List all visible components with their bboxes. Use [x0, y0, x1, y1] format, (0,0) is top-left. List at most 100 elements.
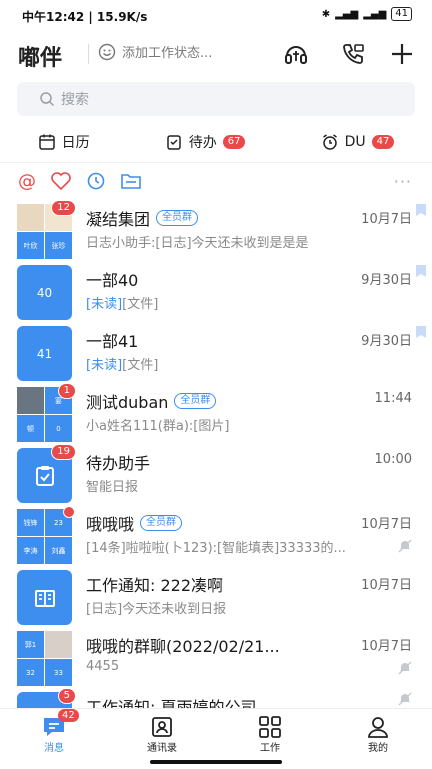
- chat-row[interactable]: 5 工作通知: 夏雨婷的公司: [0, 686, 432, 708]
- unread-badge: 12: [51, 200, 76, 216]
- header-divider: [88, 44, 89, 64]
- pin-icon: [416, 265, 426, 277]
- unread-marker: [未读]: [86, 297, 123, 312]
- signal-icon: ▂▄▆: [335, 8, 359, 20]
- chat-time: 10月7日: [361, 212, 412, 227]
- chat-preview: 日志小助手:[日志]今天还未收到是是是: [86, 236, 309, 251]
- chat-name: 凝结集团: [86, 210, 151, 229]
- clipboard-check-icon: [166, 135, 181, 150]
- unread-badge: 5: [57, 688, 76, 704]
- chat-preview: [未读][文件]: [86, 297, 159, 312]
- chat-preview: 小a姓名111(群a):[图片]: [86, 419, 230, 434]
- shortcut-bar: 日历 待办 67 DU 47: [0, 122, 432, 163]
- chat-preview: [14条]啦啦啦(卜123):[智能填表]33333的...: [86, 541, 346, 556]
- alarm-clock-icon: [322, 134, 337, 150]
- chat-time: 10月7日: [361, 639, 412, 654]
- chat-name: 哦哦的群聊(2022/02/21...: [86, 637, 280, 656]
- du-badge: 47: [371, 135, 395, 149]
- work-notice-avatar: 5: [17, 688, 76, 708]
- contacts-icon: [152, 717, 172, 737]
- chat-preview: [日志]今天还未收到日报: [86, 602, 227, 617]
- unread-badge: 19: [51, 444, 76, 460]
- all-member-tag: 全员群: [140, 515, 183, 531]
- chat-preview: 4455: [86, 659, 120, 674]
- messages-badge: 42: [58, 709, 79, 722]
- battery-icon: 41: [391, 7, 412, 21]
- folder-icon[interactable]: [120, 171, 142, 191]
- todo-badge: 67: [222, 135, 246, 149]
- app-header: 嘟伴 添加工作状态...: [0, 32, 432, 80]
- tab-label: 工作: [260, 743, 280, 754]
- unread-dot: [63, 506, 75, 518]
- building-icon: [34, 589, 55, 607]
- all-member-tag: 全员群: [156, 210, 199, 226]
- search-bar[interactable]: 搜索: [17, 82, 415, 116]
- at-mention-icon[interactable]: @: [18, 171, 36, 192]
- chat-name: 工作通知: 222凑啊: [86, 576, 224, 595]
- status-placeholder: 添加工作状态...: [122, 46, 213, 61]
- grid-icon: [259, 716, 281, 738]
- chat-time: 9月30日: [361, 273, 412, 288]
- smiley-icon: [98, 43, 116, 60]
- phone-video-icon[interactable]: [340, 40, 368, 68]
- plus-icon[interactable]: [388, 40, 416, 68]
- group-avatar: 叶欣 张珍 12: [17, 200, 76, 259]
- group-avatar: 郭1 32 33: [17, 631, 72, 686]
- search-icon: [40, 92, 55, 107]
- chat-preview: [未读][文件]: [86, 358, 159, 373]
- headset-icon[interactable]: [282, 40, 310, 68]
- chat-time: 10:00: [374, 452, 412, 467]
- tab-label: 我的: [368, 743, 388, 754]
- app-title: 嘟伴: [18, 46, 63, 71]
- chat-row[interactable]: 41 一部41 9月30日 [未读][文件]: [0, 320, 432, 381]
- du-shortcut[interactable]: DU 47: [321, 133, 395, 151]
- chat-name: 一部41: [86, 332, 139, 351]
- clipboard-check-icon: [35, 465, 54, 486]
- todo-assistant-avatar: 19: [17, 444, 76, 503]
- status-bar: 中午12:42 | 15.9K/s ✱ ▂▄▆ ▂▄▆ 41: [0, 0, 432, 32]
- group-avatar: 40: [17, 265, 72, 320]
- chat-row[interactable]: 工作通知: 222凑啊 10月7日 [日志]今天还未收到日报: [0, 564, 432, 625]
- chat-row[interactable]: 郭1 32 33 哦哦的群聊(2022/02/21... 10月7日 4455: [0, 625, 432, 686]
- group-avatar: 宴 顿 0 1: [17, 383, 76, 442]
- du-label: DU: [344, 134, 366, 150]
- user-icon: [368, 717, 388, 738]
- chat-list: 叶欣 张珍 12 凝结集团 全员群 10月7日 日志小助手:[日志]今天还未收到是…: [0, 198, 432, 708]
- todo-shortcut[interactable]: 待办 67: [165, 132, 246, 152]
- bluetooth-icon: ✱: [321, 8, 331, 20]
- chat-name: 测试duban: [86, 393, 169, 412]
- all-member-tag: 全员群: [174, 393, 217, 409]
- search-placeholder: 搜索: [61, 92, 89, 108]
- tab-label: 通讯录: [147, 743, 177, 754]
- status-icons: ✱ ▂▄▆ ▂▄▆ 41: [322, 7, 412, 21]
- chat-row[interactable]: 40 一部40 9月30日 [未读][文件]: [0, 259, 432, 320]
- heart-icon[interactable]: [50, 171, 72, 191]
- chat-time: 10月7日: [361, 578, 412, 593]
- home-indicator: [150, 760, 282, 764]
- chat-row[interactable]: 钱锋 23 李涛 刘鑫 哦哦哦 全员群 10月7日 [14条]啦啦啦(卜123):…: [0, 503, 432, 564]
- pin-icon: [416, 326, 426, 338]
- chat-row[interactable]: 叶欣 张珍 12 凝结集团 全员群 10月7日 日志小助手:[日志]今天还未收到是…: [0, 198, 432, 259]
- tab-label: 消息: [44, 743, 64, 754]
- pin-icon: [416, 204, 426, 216]
- chat-row[interactable]: 19 待办助手 10:00 智能日报: [0, 442, 432, 503]
- history-icon[interactable]: [86, 171, 106, 191]
- tab-me[interactable]: 我的: [324, 709, 432, 769]
- calendar-shortcut[interactable]: 日历: [38, 132, 90, 152]
- group-avatar: 41: [17, 326, 72, 381]
- chat-name: 工作通知: 夏雨婷的公司: [86, 698, 257, 708]
- add-work-status-button[interactable]: 添加工作状态...: [98, 42, 212, 61]
- calendar-icon: [38, 134, 55, 150]
- filter-row: @: [18, 168, 416, 194]
- unread-badge: 1: [57, 383, 76, 399]
- group-avatar: 钱锋 23 李涛 刘鑫: [17, 506, 75, 564]
- tab-messages[interactable]: 42 消息: [0, 709, 108, 769]
- mute-icon: [398, 692, 412, 706]
- chat-time: 9月30日: [361, 334, 412, 349]
- chat-time: 10月7日: [361, 517, 412, 532]
- more-icon[interactable]: ···: [394, 172, 412, 191]
- todo-label: 待办: [188, 135, 217, 151]
- chat-row[interactable]: 宴 顿 0 1 测试duban 全员群 11:44 小a姓名111(群a):[图片…: [0, 381, 432, 442]
- chat-name: 待办助手: [86, 454, 151, 473]
- status-time-speed: 中午12:42 | 15.9K/s: [22, 10, 148, 24]
